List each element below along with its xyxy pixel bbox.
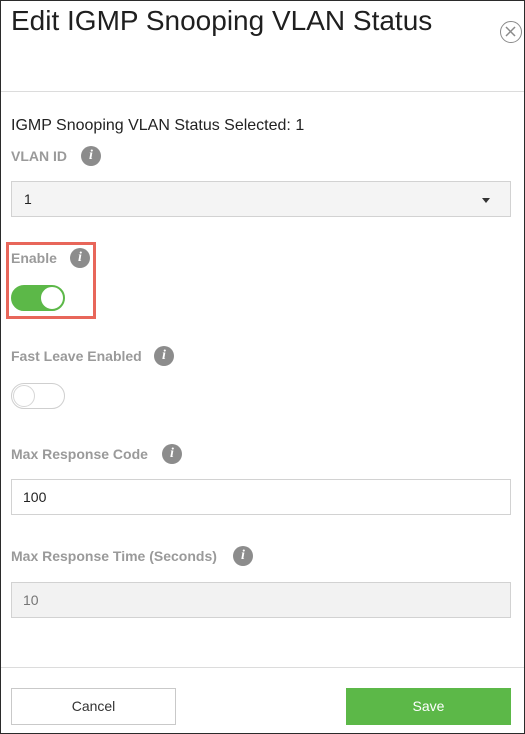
enable-label: Enable	[11, 250, 57, 266]
info-icon[interactable]: i	[233, 546, 253, 566]
dialog-title: Edit IGMP Snooping VLAN Status	[11, 5, 433, 36]
chevron-down-icon	[482, 198, 490, 203]
max-response-code-label: Max Response Code	[11, 446, 148, 462]
vlan-id-label: VLAN ID	[11, 148, 67, 164]
vlan-id-select[interactable]: 1	[11, 181, 511, 217]
vlan-id-value: 1	[24, 191, 32, 207]
toggle-knob	[13, 385, 35, 407]
max-response-time-input[interactable]	[11, 582, 511, 618]
save-button[interactable]: Save	[346, 688, 511, 725]
fast-leave-label: Fast Leave Enabled	[11, 348, 142, 364]
max-response-code-input[interactable]	[11, 479, 511, 515]
enable-toggle[interactable]	[11, 285, 65, 311]
max-response-time-label: Max Response Time (Seconds)	[11, 548, 217, 564]
info-icon[interactable]: i	[81, 146, 101, 166]
close-icon	[505, 26, 516, 37]
footer-divider	[1, 667, 524, 668]
toggle-knob	[41, 287, 63, 309]
selected-count-text: IGMP Snooping VLAN Status Selected: 1	[11, 117, 305, 134]
info-icon[interactable]: i	[70, 248, 90, 268]
edit-dialog: Edit IGMP Snooping VLAN Status IGMP Snoo…	[0, 0, 525, 734]
info-icon[interactable]: i	[162, 444, 182, 464]
header-divider	[1, 91, 524, 92]
info-icon[interactable]: i	[154, 346, 174, 366]
fast-leave-toggle[interactable]	[11, 383, 65, 409]
close-button[interactable]	[500, 21, 522, 43]
cancel-button[interactable]: Cancel	[11, 688, 176, 725]
